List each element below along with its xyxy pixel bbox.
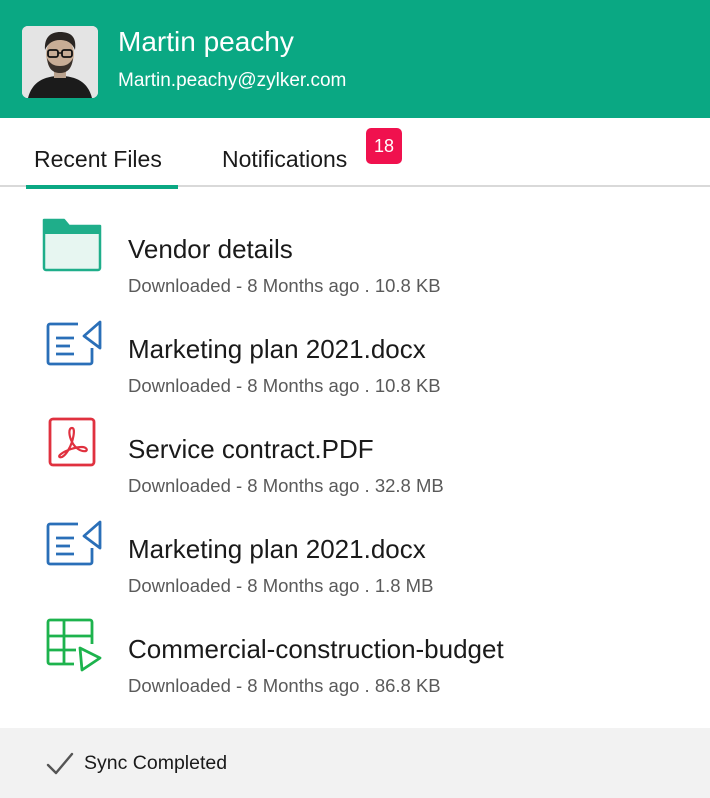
file-name: Marketing plan 2021.docx: [128, 534, 426, 564]
sync-status-label: Sync Completed: [84, 752, 228, 774]
document-icon: [40, 510, 104, 574]
file-name: Vendor details: [128, 234, 293, 264]
list-item[interactable]: Marketing plan 2021.docx Downloaded - 8 …: [0, 288, 710, 396]
list-item[interactable]: Marketing plan 2021.docx Downloaded - 8 …: [0, 488, 710, 596]
spreadsheet-icon: [40, 610, 104, 674]
document-icon: [40, 310, 104, 374]
list-item[interactable]: Commercial-construction-budget Downloade…: [0, 588, 710, 696]
tab-label: Recent Files: [34, 146, 162, 172]
tab-notifications[interactable]: Notifications 18: [210, 118, 410, 187]
notification-count-badge: 18: [366, 128, 402, 164]
tab-label: Notifications: [222, 146, 348, 172]
user-email: Martin.peachy@zylker.com: [118, 70, 347, 91]
file-name: Service contract.PDF: [128, 434, 374, 464]
list-item[interactable]: Service contract.PDF Downloaded - 8 Mont…: [0, 388, 710, 496]
sync-status-bar: Sync Completed: [0, 728, 710, 798]
check-icon: [46, 750, 74, 778]
file-name: Marketing plan 2021.docx: [128, 334, 426, 364]
profile-header: Martin peachy Martin.peachy@zylker.com: [0, 0, 710, 118]
tab-recent-files[interactable]: Recent Files: [26, 118, 178, 189]
file-meta: Downloaded - 8 Months ago . 86.8 KB: [128, 675, 441, 696]
avatar[interactable]: [22, 26, 98, 98]
user-name: Martin peachy: [118, 26, 294, 57]
list-item[interactable]: Vendor details Downloaded - 8 Months ago…: [0, 188, 710, 296]
tab-bar: Recent Files Notifications 18: [0, 118, 710, 189]
pdf-icon: [40, 410, 104, 474]
folder-icon: [40, 210, 104, 274]
file-name: Commercial-construction-budget: [128, 634, 504, 664]
